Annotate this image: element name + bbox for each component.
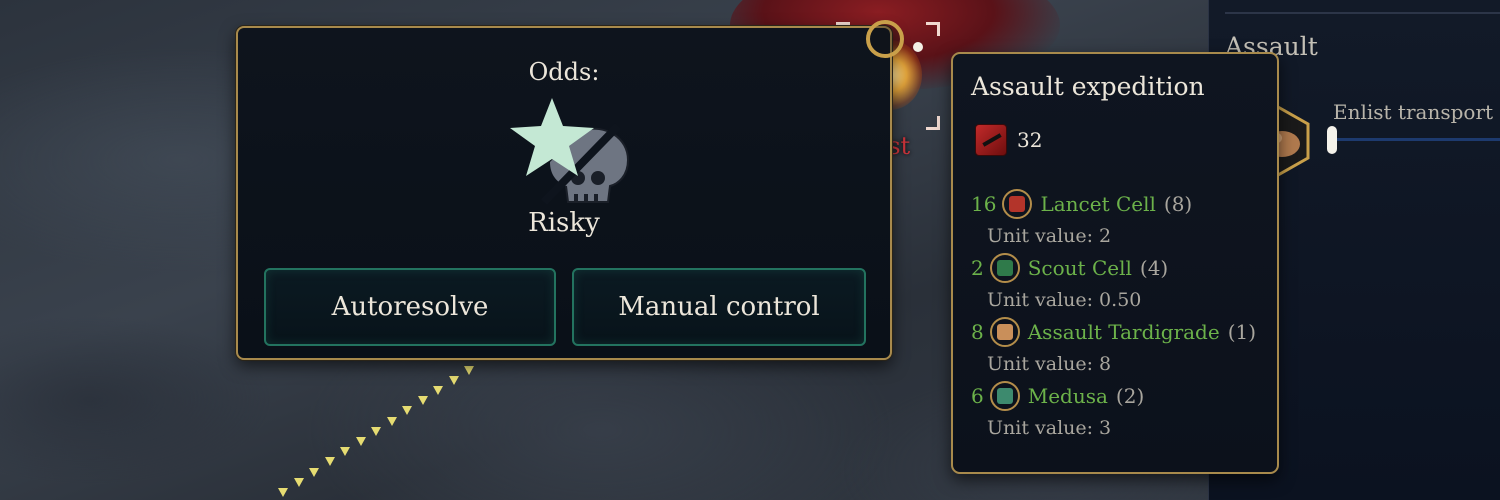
side-divider	[1225, 12, 1500, 14]
path-marker-icon	[386, 416, 397, 426]
unit-count: 8	[971, 320, 984, 344]
unit-row: 6 Medusa (2) Unit value: 3	[971, 380, 1271, 444]
unit-value: Unit value: 3	[987, 417, 1112, 439]
enlist-transport-slider-thumb[interactable]	[1327, 126, 1337, 154]
unit-icon-fill	[996, 388, 1013, 404]
odds-popup: Odds: Risky Autoresolve Manual control	[236, 26, 892, 360]
path-marker-icon	[309, 467, 319, 477]
unit-count: 16	[971, 192, 997, 216]
unit-row: 2 Scout Cell (4) Unit value: 0.50	[971, 252, 1271, 316]
odds-result-label: Risky	[528, 208, 600, 238]
path-marker-icon	[402, 406, 412, 416]
popup-anchor-dot-icon	[913, 42, 923, 52]
unit-name[interactable]: Scout Cell	[1028, 256, 1132, 280]
expedition-power: 32	[975, 124, 1042, 156]
odds-title: Odds:	[528, 58, 600, 86]
unit-row: 8 Assault Tardigrade (1) Unit value: 8	[971, 316, 1271, 380]
target-bracket-icon	[926, 22, 940, 36]
unit-icon-fill	[996, 324, 1013, 340]
unit-list: 16 Lancet Cell (8) Unit value: 2 2 Scout…	[971, 188, 1271, 444]
unit-squad-count: (2)	[1115, 384, 1145, 408]
path-marker-icon	[448, 375, 459, 385]
scout-cell-icon	[989, 253, 1020, 283]
unit-value: Unit value: 2	[987, 225, 1112, 247]
popup-anchor-ring-icon	[866, 20, 904, 58]
unit-name[interactable]: Lancet Cell	[1040, 192, 1155, 216]
target-bracket-icon	[926, 116, 940, 130]
star-skull-odds-icon	[510, 98, 630, 205]
attack-power-icon	[975, 124, 1007, 156]
unit-squad-count: (1)	[1227, 320, 1257, 344]
unit-icon-fill	[1009, 196, 1026, 212]
expedition-title: Assault expedition	[971, 72, 1205, 101]
expedition-tooltip: Assault expedition 32 16 Lancet Cell (8)…	[951, 52, 1279, 474]
path-marker-icon	[433, 386, 443, 395]
lancet-cell-icon	[1002, 189, 1033, 219]
enlist-transport-slider[interactable]	[1333, 138, 1500, 141]
unit-count: 6	[971, 384, 984, 408]
path-marker-icon	[355, 437, 366, 446]
manual-control-button[interactable]: Manual control	[572, 268, 866, 346]
enlist-transport-label: Enlist transport	[1333, 100, 1494, 124]
path-marker-icon	[340, 447, 350, 457]
unit-icon-fill	[996, 260, 1013, 276]
autoresolve-button[interactable]: Autoresolve	[264, 268, 556, 346]
assault-tardigrade-icon	[989, 317, 1020, 347]
unit-name[interactable]: Medusa	[1028, 384, 1108, 408]
medusa-icon	[989, 381, 1020, 411]
unit-count: 2	[971, 256, 984, 280]
unit-squad-count: (8)	[1163, 192, 1193, 216]
path-marker-icon	[324, 457, 335, 467]
unit-row: 16 Lancet Cell (8) Unit value: 2	[971, 188, 1271, 252]
path-marker-icon	[293, 477, 304, 487]
unit-value: Unit value: 0.50	[987, 289, 1142, 311]
path-marker-icon	[417, 396, 428, 406]
path-marker-icon	[371, 426, 381, 436]
path-marker-icon	[464, 365, 474, 375]
expedition-power-value: 32	[1017, 128, 1043, 152]
unit-name[interactable]: Assault Tardigrade	[1028, 320, 1220, 344]
path-marker-icon	[278, 488, 288, 497]
unit-squad-count: (4)	[1139, 256, 1169, 280]
unit-value: Unit value: 8	[987, 353, 1112, 375]
